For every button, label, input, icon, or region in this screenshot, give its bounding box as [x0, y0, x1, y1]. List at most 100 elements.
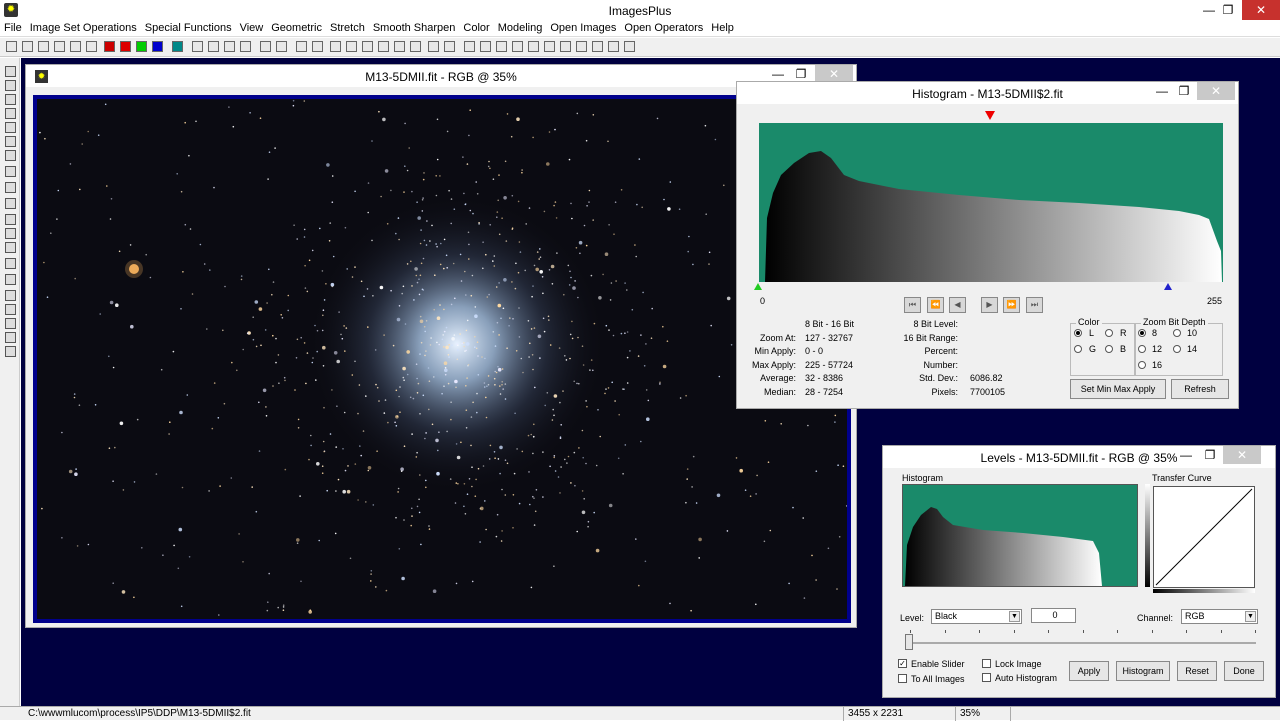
histogram-close-button[interactable]: ✕ [1197, 82, 1235, 100]
levels-close-button[interactable]: ✕ [1223, 446, 1261, 464]
side-tool-icon[interactable] [5, 242, 16, 253]
toolbar-tool-icon[interactable] [394, 41, 405, 52]
color-radio-r[interactable] [1105, 329, 1113, 337]
side-tool-icon[interactable] [5, 332, 16, 343]
side-tool-icon[interactable] [5, 108, 16, 119]
toolbar-tool-icon[interactable] [86, 41, 97, 52]
toolbar-tool-icon[interactable] [6, 41, 17, 52]
apply-button[interactable]: Apply [1069, 661, 1109, 681]
menu-help[interactable]: Help [707, 20, 738, 37]
toolbar-tool-icon[interactable] [22, 41, 33, 52]
side-tool-icon[interactable] [5, 274, 16, 285]
maximize-button[interactable]: ❐ [1212, 0, 1244, 20]
reset-button[interactable]: Reset [1177, 661, 1217, 681]
back-icon[interactable]: ◀ [949, 297, 966, 313]
channel-select[interactable]: RGB ▼ [1181, 609, 1258, 624]
max-marker-icon[interactable] [1164, 283, 1172, 290]
side-tool-icon[interactable] [5, 80, 16, 91]
levels-maximize-button[interactable]: ❐ [1195, 446, 1225, 464]
toolbar-tool-icon[interactable] [428, 41, 439, 52]
toolbar-tool-icon[interactable] [496, 41, 507, 52]
side-tool-icon[interactable] [5, 290, 16, 301]
toolbar-tool-icon[interactable] [296, 41, 307, 52]
side-tool-icon[interactable] [5, 228, 16, 239]
set-min-max-apply-button[interactable]: Set Min Max Apply [1070, 379, 1166, 399]
level-slider-track[interactable] [908, 642, 1256, 644]
toolbar-tool-icon[interactable] [312, 41, 323, 52]
color-radio-b[interactable] [1105, 345, 1113, 353]
toolbar-tool-icon[interactable] [192, 41, 203, 52]
side-tool-icon[interactable] [5, 122, 16, 133]
toolbar-tool-icon[interactable] [70, 41, 81, 52]
toolbar-tool-icon[interactable] [362, 41, 373, 52]
zoom-marker-icon[interactable] [985, 111, 995, 120]
toolbar-tool-icon[interactable] [208, 41, 219, 52]
toolbar-tool-icon[interactable] [464, 41, 475, 52]
toolbar-tool-icon[interactable] [54, 41, 65, 52]
toolbar-tool-icon[interactable] [410, 41, 421, 52]
toolbar-tool-icon[interactable] [330, 41, 341, 52]
to-all-images-checkbox[interactable] [898, 674, 907, 683]
fast-forward-icon[interactable]: ⏩ [1003, 297, 1020, 313]
image-canvas[interactable] [33, 95, 851, 623]
zoom-radio-10[interactable] [1173, 329, 1181, 337]
menu-open-images[interactable]: Open Images [546, 20, 620, 37]
menu-geometric[interactable]: Geometric [267, 20, 326, 37]
toolbar-tool-icon[interactable] [608, 41, 619, 52]
enable-slider-checkbox[interactable]: ✓ [898, 659, 907, 668]
refresh-button[interactable]: Refresh [1171, 379, 1229, 399]
side-tool-icon[interactable] [5, 166, 16, 177]
side-tool-icon[interactable] [5, 94, 16, 105]
lock-image-checkbox[interactable] [982, 659, 991, 668]
menu-color[interactable]: Color [459, 20, 493, 37]
last-icon[interactable]: ⏭ [1026, 297, 1043, 313]
toolbar-tool-icon[interactable] [346, 41, 357, 52]
toolbar-tool-icon[interactable] [240, 41, 251, 52]
toolbar-tool-icon[interactable] [260, 41, 271, 52]
first-icon[interactable]: ⏮ [904, 297, 921, 313]
zoom-radio-12[interactable] [1138, 345, 1146, 353]
min-marker-icon[interactable] [754, 283, 762, 290]
toolbar-tool-icon[interactable] [444, 41, 455, 52]
menu-smooth-sharpen[interactable]: Smooth Sharpen [369, 20, 460, 37]
fast-back-icon[interactable]: ⏪ [927, 297, 944, 313]
side-tool-icon[interactable] [5, 136, 16, 147]
level-number-input[interactable]: 0 [1031, 608, 1076, 623]
side-tool-icon[interactable] [5, 258, 16, 269]
color-radio-g[interactable] [1074, 345, 1082, 353]
menu-file[interactable]: File [0, 20, 26, 37]
zoom-radio-8[interactable] [1138, 329, 1146, 337]
side-tool-icon[interactable] [5, 182, 16, 193]
side-tool-icon[interactable] [5, 318, 16, 329]
histogram-button[interactable]: Histogram [1116, 661, 1170, 681]
menu-stretch[interactable]: Stretch [326, 20, 369, 37]
toolbar-tool-icon[interactable] [560, 41, 571, 52]
levels-histogram-plot[interactable] [902, 484, 1138, 587]
toolbar-tool-icon[interactable] [592, 41, 603, 52]
toolbar-tool-icon[interactable] [172, 41, 183, 52]
toolbar-tool-icon[interactable] [120, 41, 131, 52]
auto-histogram-checkbox[interactable] [982, 673, 991, 682]
side-tool-icon[interactable] [5, 66, 16, 77]
toolbar-tool-icon[interactable] [480, 41, 491, 52]
side-tool-icon[interactable] [5, 304, 16, 315]
histogram-plot[interactable] [759, 123, 1223, 282]
forward-icon[interactable]: ▶ [981, 297, 998, 313]
menu-view[interactable]: View [236, 20, 268, 37]
close-button[interactable]: ✕ [1242, 0, 1280, 20]
toolbar-tool-icon[interactable] [276, 41, 287, 52]
toolbar-tool-icon[interactable] [136, 41, 147, 52]
toolbar-tool-icon[interactable] [38, 41, 49, 52]
level-select[interactable]: Black ▼ [931, 609, 1022, 624]
menu-open-operators[interactable]: Open Operators [620, 20, 707, 37]
side-tool-icon[interactable] [5, 346, 16, 357]
side-tool-icon[interactable] [5, 214, 16, 225]
toolbar-tool-icon[interactable] [378, 41, 389, 52]
color-radio-l[interactable] [1074, 329, 1082, 337]
level-slider-thumb[interactable] [905, 634, 913, 650]
toolbar-tool-icon[interactable] [512, 41, 523, 52]
done-button[interactable]: Done [1224, 661, 1264, 681]
side-tool-icon[interactable] [5, 150, 16, 161]
side-tool-icon[interactable] [5, 198, 16, 209]
menu-image-set-operations[interactable]: Image Set Operations [26, 20, 141, 37]
